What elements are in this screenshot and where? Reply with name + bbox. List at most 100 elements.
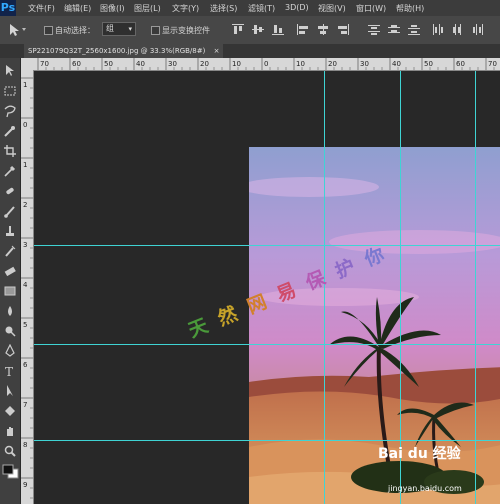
ruler-tick-label: 10 [232, 60, 241, 68]
ruler-tick-label: 20 [200, 60, 209, 68]
ruler-tick-label: 5 [23, 321, 27, 329]
blur-icon[interactable] [3, 304, 17, 318]
options-bar: 自动选择： 组 ▾ 显示变换控件 [0, 16, 500, 45]
chevron-down-icon: ▾ [128, 25, 132, 33]
distribute-right-icon[interactable] [472, 24, 484, 35]
brush-icon[interactable] [3, 204, 17, 218]
ruler-tick-label: 1 [23, 81, 27, 89]
type-icon[interactable]: T [3, 364, 17, 378]
auto-select-value: 组 [106, 24, 114, 33]
distribute-horizontal-centers-icon[interactable] [452, 24, 464, 35]
menu-window[interactable]: 窗口(W) [356, 3, 386, 14]
menu-image[interactable]: 图像(I) [100, 3, 125, 14]
menu-file[interactable]: 文件(F) [28, 3, 55, 14]
watermark-char: 天 [185, 313, 215, 343]
lasso-icon[interactable] [3, 104, 17, 118]
crop-icon[interactable] [3, 144, 17, 158]
distribute-top-icon[interactable] [368, 24, 380, 35]
gradient-icon[interactable] [3, 284, 17, 298]
align-bottom-edges-icon[interactable] [272, 24, 284, 35]
eraser-icon[interactable] [3, 264, 17, 278]
ruler-tick-label: 7 [23, 401, 27, 409]
ruler-tick-label: 6 [23, 361, 28, 369]
align-right-edges-icon[interactable] [337, 24, 349, 35]
tools-panel: T [0, 58, 21, 504]
menu-select[interactable]: 选择(S) [210, 3, 237, 14]
guide-horizontal[interactable] [34, 440, 500, 441]
ruler-tick-label: 50 [424, 60, 433, 68]
align-horizontal-centers-icon[interactable] [317, 24, 329, 35]
ruler-tick-label: 20 [328, 60, 337, 68]
align-vertical-centers-icon[interactable] [252, 24, 264, 35]
ruler-tick-label: 1 [23, 161, 27, 169]
menu-bar: Ps 文件(F) 编辑(E) 图像(I) 图层(L) 文字(Y) 选择(S) 滤… [0, 0, 500, 16]
vertical-ruler: 1 0 1 2 3 4 5 6 7 8 9 [21, 70, 34, 504]
menu-view[interactable]: 视图(V) [318, 3, 346, 14]
path-selection-icon[interactable] [3, 384, 17, 398]
distribute-bottom-icon[interactable] [408, 24, 420, 35]
show-transform-label: 显示变换控件 [162, 26, 210, 35]
history-brush-icon[interactable] [3, 244, 17, 258]
menu-filter[interactable]: 滤镜(T) [248, 3, 275, 14]
ruler-tick-label: 60 [456, 60, 465, 68]
healing-brush-icon[interactable] [3, 184, 17, 198]
align-left-edges-icon[interactable] [297, 24, 309, 35]
ruler-tick-label: 4 [23, 281, 28, 289]
ruler-tick-label: 0 [23, 121, 27, 129]
auto-select-label: 自动选择： [55, 26, 95, 35]
menu-edit[interactable]: 编辑(E) [64, 3, 91, 14]
photoshop-logo: Ps [0, 0, 16, 16]
svg-text:T: T [5, 365, 13, 378]
ruler-tick-label: 30 [360, 60, 369, 68]
auto-select-checkbox[interactable] [44, 26, 53, 35]
quick-selection-icon[interactable] [3, 124, 17, 138]
ruler-tick-label: 2 [23, 201, 27, 209]
clone-stamp-icon[interactable] [3, 224, 17, 238]
menu-layer[interactable]: 图层(L) [134, 3, 161, 14]
ruler-tick-label: 8 [23, 441, 27, 449]
guide-vertical[interactable] [475, 71, 476, 504]
auto-select-dropdown[interactable]: 组 ▾ [102, 22, 136, 36]
dodge-icon[interactable] [3, 324, 17, 338]
menu-type[interactable]: 文字(Y) [172, 3, 199, 14]
shape-icon[interactable] [3, 404, 17, 418]
menu-3d[interactable]: 3D(D) [285, 3, 309, 12]
baidu-url: jingyan.baidu.com [388, 484, 462, 493]
move-tool-icon[interactable] [8, 23, 28, 37]
pen-icon[interactable] [3, 344, 17, 358]
move-icon[interactable] [3, 64, 17, 78]
menu-help[interactable]: 帮助(H) [396, 3, 424, 14]
ruler-tick-label: 60 [72, 60, 81, 68]
ruler-tick-label: 70 [40, 60, 49, 68]
watermark-char: 然 [214, 301, 244, 331]
canvas-area[interactable]: 天 然 网 易 保 护 你 [34, 71, 500, 504]
document-tab-bar: SP221079Q32T_2560x1600.jpg @ 33.3%(RGB/8… [0, 44, 500, 58]
marquee-icon[interactable] [3, 84, 17, 98]
ruler-tick-label: 3 [23, 241, 27, 249]
ruler-tick-label: 30 [168, 60, 177, 68]
close-icon[interactable]: × [214, 47, 220, 55]
document-tab-title: SP221079Q32T_2560x1600.jpg @ 33.3%(RGB/8… [28, 47, 206, 55]
foreground-background-color-icon[interactable] [2, 464, 19, 479]
guide-vertical[interactable] [400, 71, 401, 504]
document-tab[interactable]: SP221079Q32T_2560x1600.jpg @ 33.3%(RGB/8… [24, 44, 224, 58]
ruler-tick-label: 10 [296, 60, 305, 68]
distribute-vertical-centers-icon[interactable] [388, 24, 400, 35]
align-top-edges-icon[interactable] [232, 24, 244, 35]
zoom-icon[interactable] [3, 444, 17, 458]
ruler-tick-label: 0 [264, 60, 268, 68]
ruler-tick-label: 9 [23, 481, 27, 489]
hand-icon[interactable] [3, 424, 17, 438]
guide-horizontal[interactable] [34, 344, 500, 345]
guide-horizontal[interactable] [34, 245, 500, 246]
desert-photo [249, 147, 500, 504]
distribute-left-icon[interactable] [432, 24, 444, 35]
ruler-tick-label: 50 [104, 60, 113, 68]
ruler-tick-label: 40 [136, 60, 145, 68]
horizontal-ruler: 70 60 50 40 30 20 10 0 10 20 30 40 50 60 70 [34, 58, 500, 71]
eyedropper-icon[interactable] [3, 164, 17, 178]
ruler-tick-label: 70 [488, 60, 497, 68]
show-transform-checkbox[interactable] [151, 26, 160, 35]
baidu-jingyan-logo: Bai du 经验 [378, 446, 461, 462]
ruler-tick-label: 40 [392, 60, 401, 68]
